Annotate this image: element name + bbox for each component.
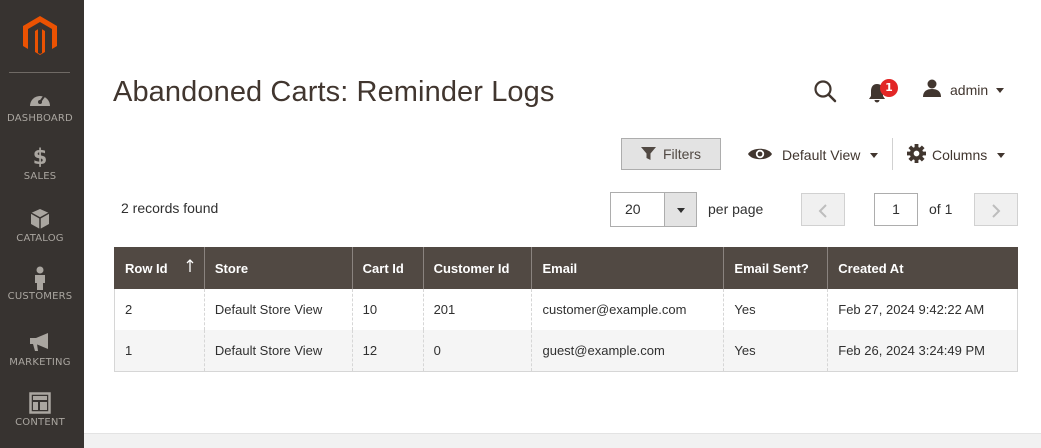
sidebar-item-label: CONTENT [15, 417, 65, 428]
eye-icon [747, 146, 773, 165]
column-header-email[interactable]: Email [531, 247, 725, 289]
cell-email: guest@example.com [531, 330, 725, 372]
cell-customer-id: 201 [422, 289, 533, 330]
search-icon [812, 80, 838, 108]
chevron-down-icon [996, 87, 1005, 93]
page-footer-bar [84, 433, 1041, 448]
notifications-button[interactable]: 1 [866, 78, 902, 104]
filters-button[interactable]: Filters [621, 138, 721, 170]
sidebar-item-customers[interactable]: CUSTOMERS [0, 266, 80, 302]
columns-dropdown[interactable]: Columns [907, 144, 1006, 166]
cell-created-at: Feb 26, 2024 3:24:49 PM [827, 330, 1018, 372]
sidebar-item-label: CATALOG [16, 233, 64, 244]
per-page-label: per page [708, 201, 764, 217]
chevron-down-icon [997, 152, 1006, 158]
dashboard-icon [0, 88, 80, 110]
dollar-icon: $ [32, 145, 48, 169]
cell-email-sent: Yes [723, 289, 829, 330]
column-header-created-at[interactable]: Created At [827, 247, 1018, 289]
table-header-row: Row Id Store Cart Id Customer Id Email E… [114, 247, 1018, 289]
cell-store: Default Store View [203, 289, 353, 330]
next-page-button[interactable] [974, 193, 1018, 226]
table-row[interactable]: 2 Default Store View 10 201 customer@exa… [114, 289, 1018, 330]
sidebar-item-marketing[interactable]: MARKETING [0, 332, 80, 368]
magento-logo-icon[interactable] [20, 14, 60, 58]
admin-account-button[interactable]: admin [922, 78, 1005, 102]
gear-icon [907, 144, 926, 166]
sidebar-item-label: CUSTOMERS [7, 291, 73, 302]
column-header-row-id[interactable]: Row Id [114, 247, 205, 289]
layout-icon [0, 392, 80, 414]
admin-username: admin [950, 82, 989, 98]
view-label: Default View [782, 147, 861, 163]
cell-customer-id: 0 [422, 330, 533, 372]
chevron-left-icon [818, 204, 827, 218]
cell-email-sent: Yes [723, 330, 829, 372]
column-header-customer-id[interactable]: Customer Id [422, 247, 533, 289]
cell-row-id: 2 [114, 289, 205, 330]
sidebar-item-content[interactable]: CONTENT [0, 392, 80, 428]
total-pages-label: of 1 [929, 201, 953, 217]
cell-store: Default Store View [203, 330, 353, 372]
reminder-logs-table: Row Id Store Cart Id Customer Id Email E… [114, 247, 1018, 372]
user-icon [922, 78, 942, 102]
sidebar-item-catalog[interactable]: CATALOG [0, 208, 80, 244]
page-title: Abandoned Carts: Reminder Logs [113, 76, 555, 108]
records-found-count: 2 records found [121, 200, 219, 216]
cell-cart-id: 10 [351, 289, 424, 330]
logo-divider [9, 72, 70, 73]
default-view-dropdown[interactable]: Default View [747, 144, 879, 166]
cell-row-id: 1 [114, 330, 205, 372]
previous-page-button[interactable] [801, 193, 845, 226]
box-icon [0, 208, 80, 230]
filter-icon [640, 147, 656, 160]
cell-email: customer@example.com [531, 289, 725, 330]
toolbar-divider [892, 138, 893, 170]
current-page-input[interactable]: 1 [874, 193, 918, 226]
cell-created-at: Feb 27, 2024 9:42:22 AM [827, 289, 1018, 330]
column-header-store[interactable]: Store [203, 247, 353, 289]
sidebar-item-dashboard[interactable]: DASHBOARD [0, 88, 80, 124]
chevron-down-icon [870, 152, 879, 158]
column-header-email-sent[interactable]: Email Sent? [723, 247, 829, 289]
filters-label: Filters [662, 146, 702, 162]
chevron-down-icon [677, 208, 685, 213]
notification-count-badge: 1 [880, 79, 898, 97]
column-header-cart-id[interactable]: Cart Id [351, 247, 424, 289]
sort-ascending-icon [186, 259, 194, 276]
chevron-right-icon [992, 204, 1001, 218]
per-page-toggle-button[interactable] [664, 192, 697, 227]
search-button[interactable] [812, 78, 838, 104]
columns-label: Columns [932, 147, 988, 163]
megaphone-icon [0, 332, 80, 354]
admin-sidebar: DASHBOARD $ SALES CATALOG CUSTOMERS MARK… [0, 0, 84, 448]
per-page-select[interactable]: 20 [610, 192, 664, 227]
sidebar-item-label: DASHBOARD [7, 113, 73, 124]
sidebar-item-sales[interactable]: $ SALES [0, 146, 80, 182]
sidebar-item-label: SALES [23, 171, 57, 182]
cell-cart-id: 12 [351, 330, 424, 372]
person-icon [0, 266, 80, 290]
table-row[interactable]: 1 Default Store View 12 0 guest@example.… [114, 330, 1018, 372]
sidebar-item-label: MARKETING [9, 357, 71, 368]
